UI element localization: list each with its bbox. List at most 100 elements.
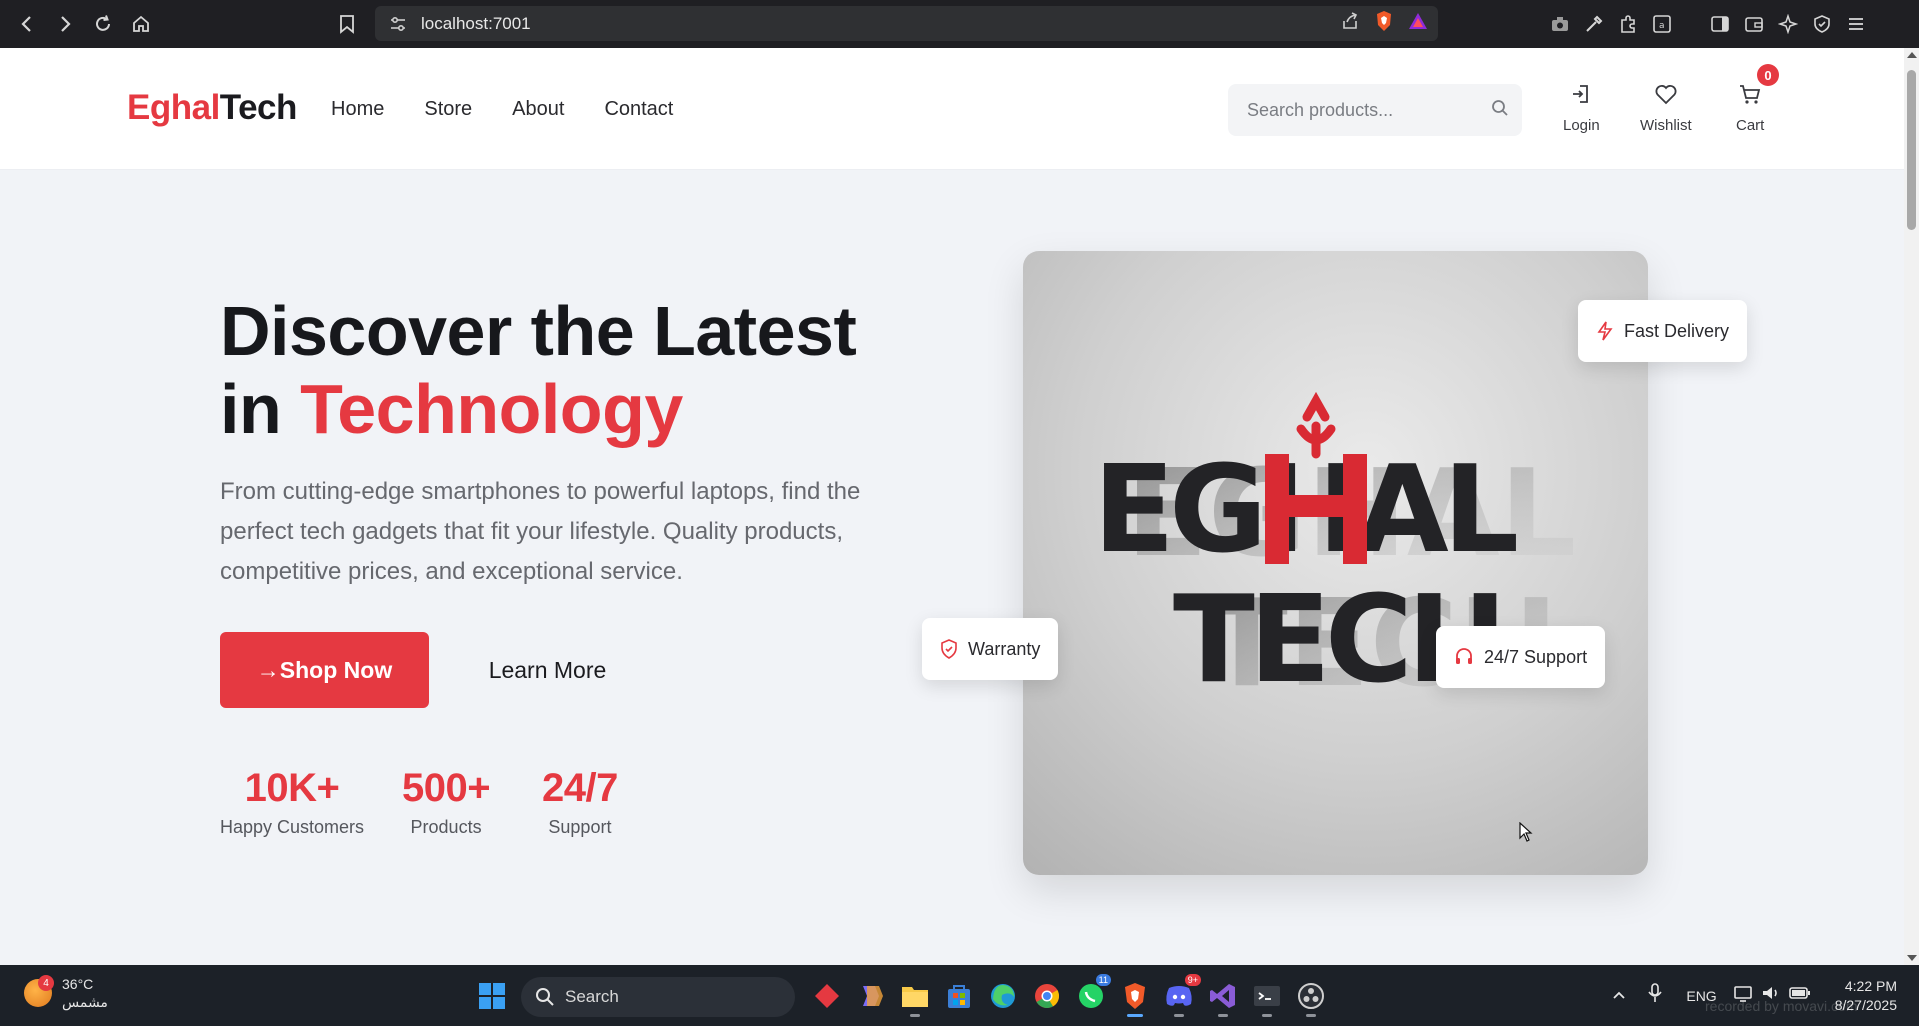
share-icon[interactable] xyxy=(1340,11,1360,36)
fast-delivery-badge: Fast Delivery xyxy=(1578,300,1748,362)
microphone-icon[interactable] xyxy=(1648,983,1662,1008)
shield-icon xyxy=(941,639,957,659)
eyedropper-icon[interactable] xyxy=(1584,14,1604,34)
address-bar[interactable]: localhost:7001 xyxy=(375,6,1438,41)
weather-desc: مشمس xyxy=(62,994,108,1010)
vpn-icon[interactable] xyxy=(1812,14,1832,34)
fast-delivery-label: Fast Delivery xyxy=(1624,320,1730,341)
stat-label: Products xyxy=(410,817,482,837)
back-icon[interactable] xyxy=(8,5,46,43)
weather-sun-icon: 4 xyxy=(24,975,54,1007)
page-scrollbar[interactable] xyxy=(1904,48,1919,965)
clock-time: 4:22 PM xyxy=(1844,977,1897,994)
stat-products: 500+ Products xyxy=(402,766,491,838)
brave-rewards-icon[interactable] xyxy=(1408,12,1428,35)
learn-more-button[interactable]: Learn More xyxy=(465,632,630,708)
system-tray: ENG 4:22 PM 8/27/2025 xyxy=(1612,965,1919,1026)
hero-image: EGHAL TECH EGHAL TECH xyxy=(1023,251,1648,875)
weather-widget[interactable]: 4 36°C مشمس xyxy=(24,975,108,1011)
home-icon[interactable] xyxy=(122,5,160,43)
taskbar-pinned: 11 9+ xyxy=(805,974,1333,1018)
extensions-icon[interactable] xyxy=(1618,14,1638,34)
taskbar-search-label: Search xyxy=(565,987,619,1006)
nav-store[interactable]: Store xyxy=(424,98,472,121)
site-logo[interactable]: EghalTech xyxy=(127,88,297,128)
bookmark-icon[interactable] xyxy=(328,5,366,43)
game-app-icon[interactable] xyxy=(805,974,849,1018)
hero-title-prefix: in xyxy=(220,370,301,448)
wishlist-label: Wishlist xyxy=(1640,117,1692,134)
hero-title-accent: Technology xyxy=(300,370,683,448)
screenshot-icon[interactable] xyxy=(1550,15,1570,33)
hero-title-line1: Discover the Latest xyxy=(220,292,857,370)
discord-badge: 9+ xyxy=(1184,974,1201,986)
windows-start-icon[interactable] xyxy=(470,974,514,1018)
forward-icon[interactable] xyxy=(46,5,84,43)
site-info-icon[interactable] xyxy=(381,6,415,41)
weather-badge: 4 xyxy=(38,975,54,991)
taskbar-apps xyxy=(470,974,514,1018)
scroll-up-icon[interactable] xyxy=(1907,52,1917,58)
nav-about[interactable]: About xyxy=(512,98,564,121)
brave-shields-icon[interactable] xyxy=(1374,10,1394,37)
menu-icon[interactable] xyxy=(1846,15,1866,33)
whatsapp-icon[interactable]: 11 xyxy=(1069,974,1113,1018)
login-button[interactable]: Login xyxy=(1563,83,1600,134)
brave-browser-icon[interactable] xyxy=(1113,974,1157,1018)
recording-watermark: recorded by movavi.com xyxy=(1705,998,1858,1014)
taskbar-search[interactable]: Search xyxy=(521,977,795,1017)
weather-temp: 36°C xyxy=(62,976,94,992)
terminal-icon[interactable] xyxy=(1245,974,1289,1018)
headset-icon xyxy=(1456,648,1472,664)
logo-part-2: Tech xyxy=(219,88,298,127)
logo-part-1: Eghal xyxy=(127,88,220,127)
search-icon[interactable] xyxy=(1490,98,1510,123)
stat-value: 500+ xyxy=(402,766,491,810)
cart-label: Cart xyxy=(1736,117,1765,134)
hero-description: From cutting-edge smartphones to powerfu… xyxy=(220,478,861,585)
warranty-badge: Warranty xyxy=(922,618,1059,680)
edge-browser-icon[interactable] xyxy=(981,974,1025,1018)
shop-now-button[interactable]: →Shop Now xyxy=(220,632,429,708)
stat-value: 24/7 xyxy=(542,766,618,810)
main-nav: Home Store About Contact xyxy=(331,98,713,121)
search-input[interactable] xyxy=(1247,99,1477,121)
page-viewport: EghalTech Home Store About Contact Login… xyxy=(0,48,1904,965)
nav-contact[interactable]: Contact xyxy=(604,98,673,121)
scrollbar-thumb[interactable] xyxy=(1907,70,1916,230)
browser-toolbar: localhost:7001 a xyxy=(0,0,1919,48)
reload-icon[interactable] xyxy=(84,5,122,43)
stat-support: 24/7 Support xyxy=(542,766,618,838)
sidebar-icon[interactable] xyxy=(1710,15,1730,33)
file-explorer-icon[interactable] xyxy=(893,974,937,1018)
obs-icon[interactable] xyxy=(1289,974,1333,1018)
heart-icon xyxy=(1654,83,1678,109)
tray-chevron-icon[interactable] xyxy=(1612,987,1626,1005)
microsoft-store-icon[interactable] xyxy=(937,974,981,1018)
windows-taskbar: 4 36°C مشمس Search 11 9+ ENG 4:22 PM 8/2… xyxy=(0,965,1919,1026)
search-box xyxy=(1228,84,1522,136)
svg-text:a: a xyxy=(1659,21,1665,31)
whatsapp-badge: 11 xyxy=(1095,974,1111,986)
wishlist-button[interactable]: Wishlist xyxy=(1640,83,1692,134)
wallet-icon[interactable] xyxy=(1744,15,1764,33)
hero-title: Discover the Latest in Technology xyxy=(220,292,857,448)
discord-icon[interactable]: 9+ xyxy=(1157,974,1201,1018)
chrome-icon[interactable] xyxy=(1025,974,1069,1018)
translate-icon[interactable]: a xyxy=(1652,14,1672,34)
site-header: EghalTech Home Store About Contact Login… xyxy=(0,48,1904,170)
cart-button[interactable]: Cart xyxy=(1736,83,1764,134)
nav-home[interactable]: Home xyxy=(331,98,384,121)
url-text: localhost:7001 xyxy=(421,13,531,33)
cart-icon xyxy=(1738,83,1762,109)
cart-count-badge: 0 xyxy=(1757,64,1779,86)
login-icon xyxy=(1570,83,1592,109)
scroll-down-icon[interactable] xyxy=(1907,955,1917,961)
stat-value: 10K+ xyxy=(244,766,340,810)
copilot-icon[interactable] xyxy=(849,974,893,1018)
mouse-cursor xyxy=(1519,821,1533,847)
leo-ai-icon[interactable] xyxy=(1778,13,1798,34)
warranty-label: Warranty xyxy=(968,638,1041,659)
visual-studio-icon[interactable] xyxy=(1201,974,1245,1018)
stat-label: Happy Customers xyxy=(220,817,365,837)
